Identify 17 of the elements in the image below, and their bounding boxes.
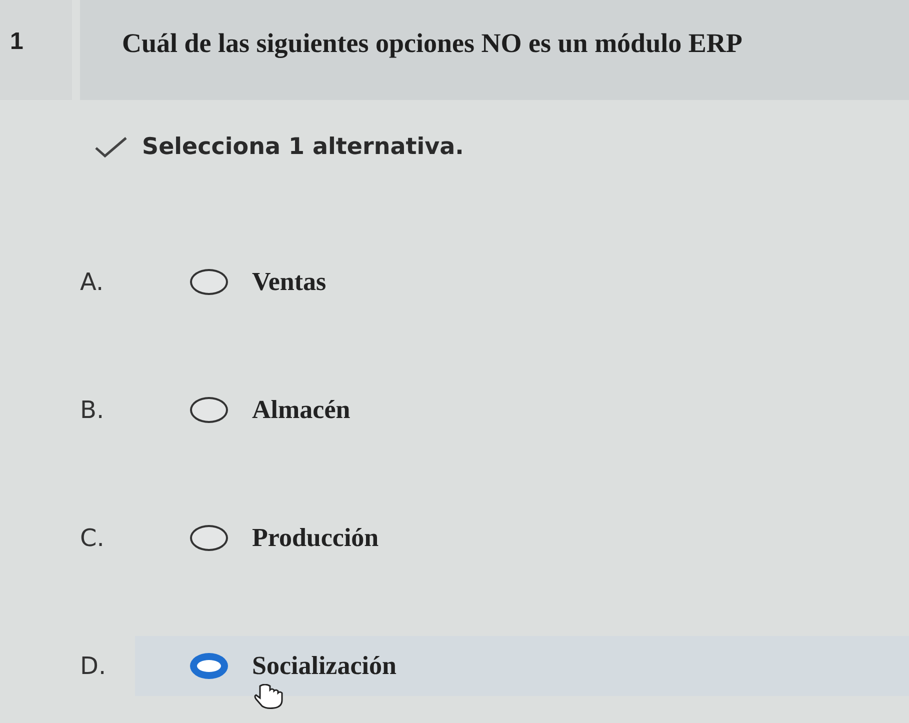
question-text: Cuál de las siguientes opciones NO es un módulo ERP (122, 28, 742, 58)
option-letter: A. (80, 268, 105, 296)
question-number: 1 (0, 0, 72, 100)
check-icon (94, 136, 128, 158)
option-letter: B. (80, 396, 106, 424)
option-text[interactable]: Almacén (252, 395, 350, 425)
option-text[interactable]: Socialización (252, 651, 396, 681)
option-letter: D. (80, 652, 108, 680)
option-letter: C. (80, 524, 106, 552)
hand-cursor-icon (252, 684, 286, 710)
radio-button[interactable] (190, 525, 228, 551)
radio-button[interactable] (190, 653, 228, 679)
instruction-text: Selecciona 1 alternativa. (142, 134, 464, 160)
radio-button[interactable] (190, 269, 228, 295)
option-text[interactable]: Ventas (252, 267, 326, 297)
radio-button[interactable] (190, 397, 228, 423)
option-text[interactable]: Producción (252, 523, 379, 553)
